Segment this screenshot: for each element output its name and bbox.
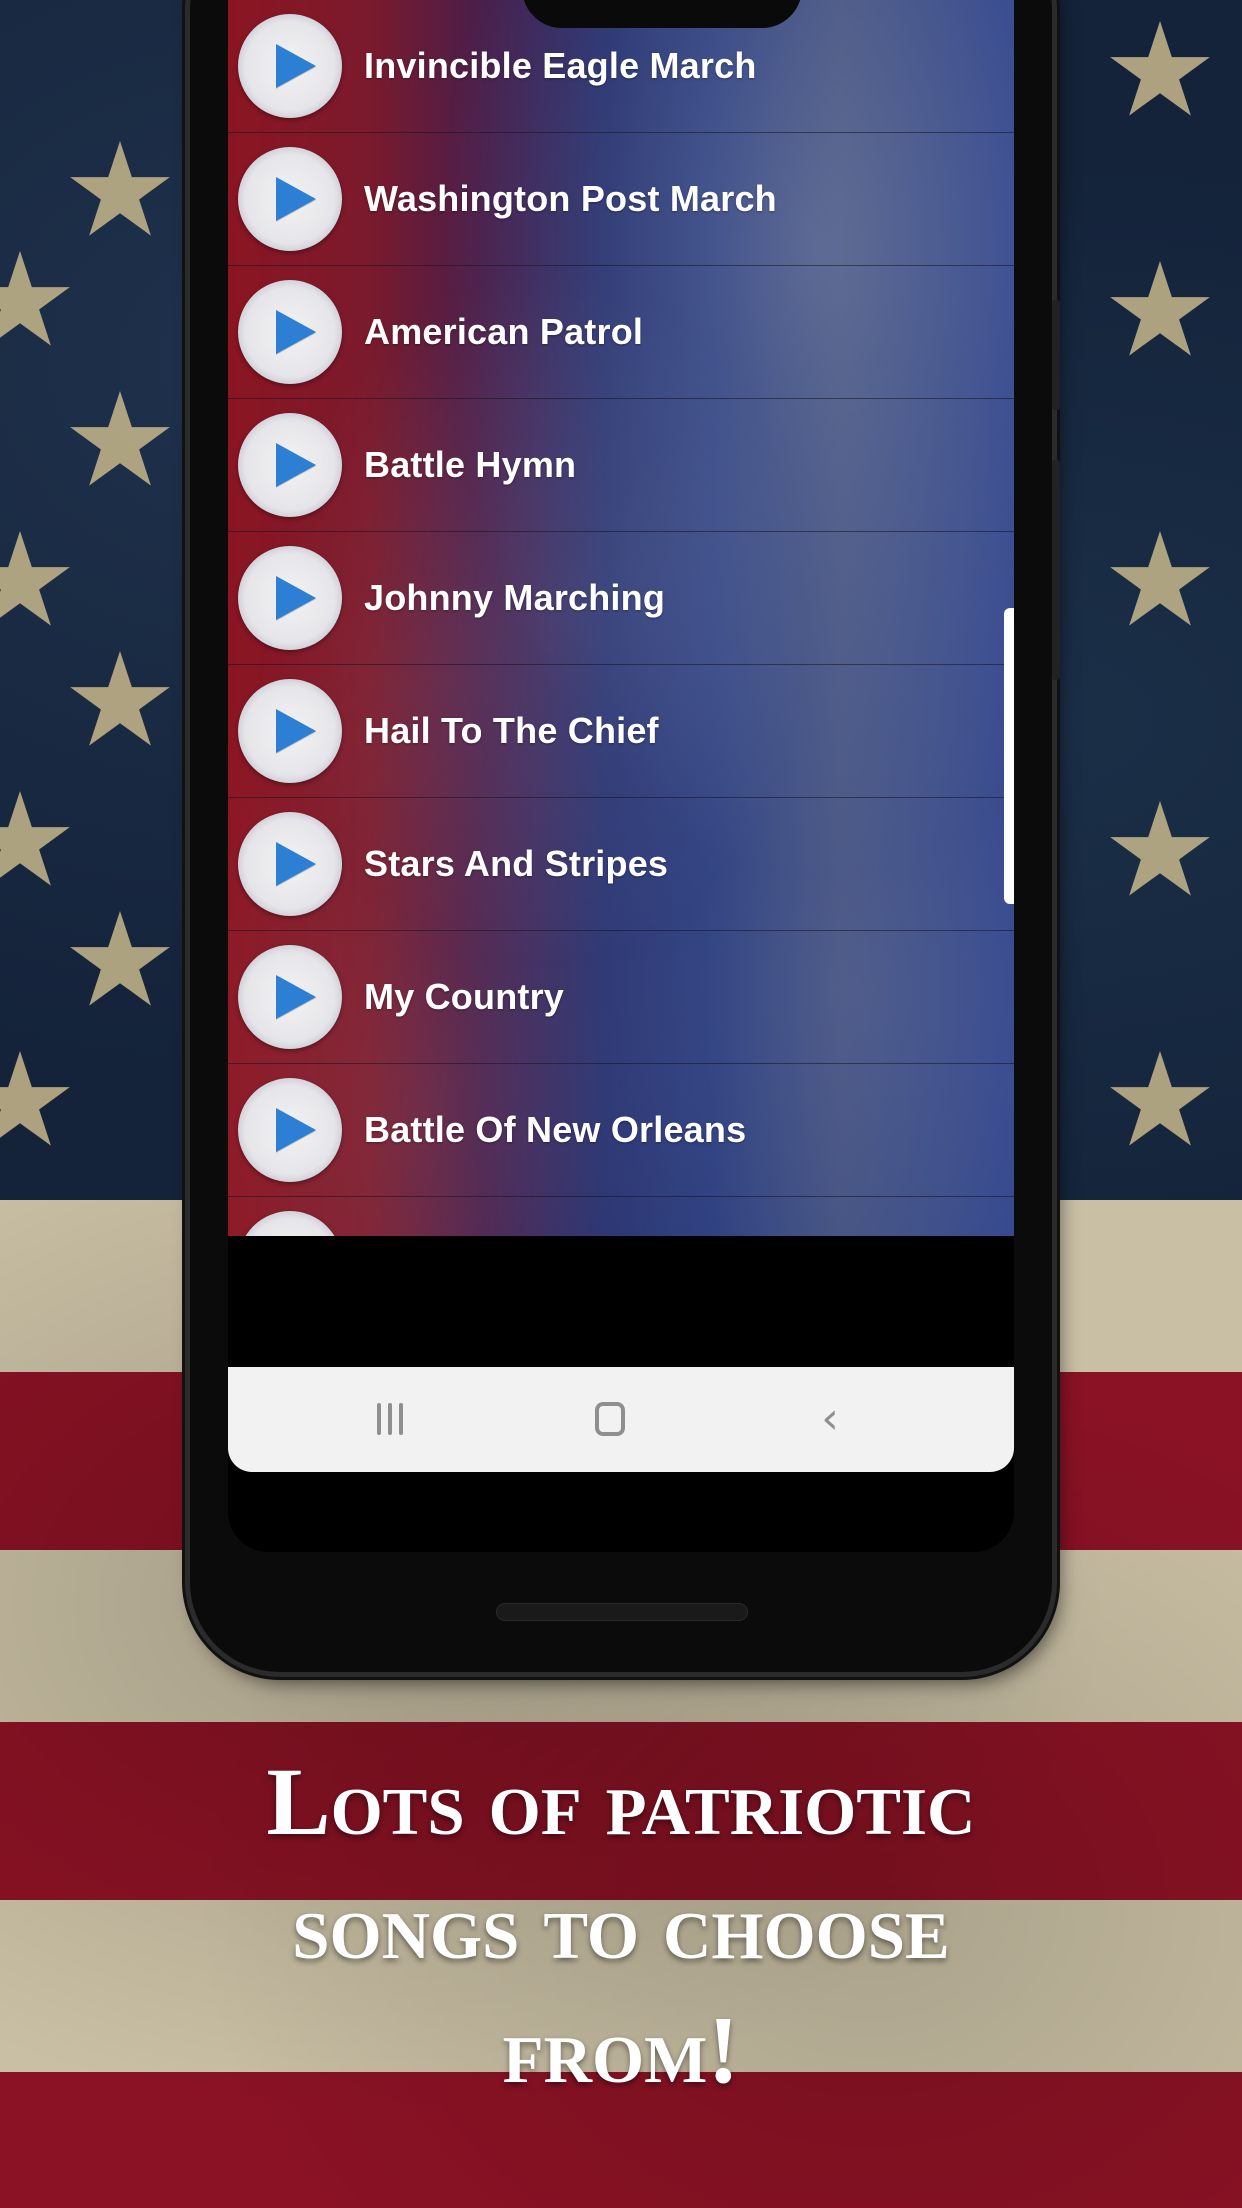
camera-notch [522, 0, 802, 28]
song-row[interactable]: My Country [228, 931, 1014, 1064]
scrollbar-thumb[interactable] [1004, 608, 1014, 904]
play-icon [276, 975, 316, 1019]
song-row[interactable]: Battle Hymn [228, 399, 1014, 532]
star-icon: ★ [61, 624, 179, 776]
play-button[interactable] [238, 147, 342, 251]
play-button[interactable] [238, 945, 342, 1049]
back-button[interactable]: ‹ [790, 1389, 870, 1449]
star-icon: ★ [61, 114, 179, 266]
ad-space [228, 1236, 1014, 1367]
play-icon [276, 576, 316, 620]
play-icon [276, 842, 316, 886]
home-button[interactable] [570, 1389, 650, 1449]
play-button[interactable] [238, 679, 342, 783]
home-icon [595, 1402, 625, 1436]
volume-button [1052, 300, 1060, 410]
phone-screen: Invincible Eagle March Washington Post M… [228, 0, 1014, 1552]
play-icon [276, 709, 316, 753]
power-button [1052, 460, 1060, 680]
play-button[interactable] [238, 812, 342, 916]
star-icon: ★ [1101, 774, 1219, 926]
play-button[interactable] [238, 546, 342, 650]
song-title: American Patrol [364, 311, 644, 352]
star-icon: ★ [0, 764, 79, 916]
play-button[interactable] [238, 280, 342, 384]
caption-line: songs to choose [292, 1872, 950, 1979]
star-icon: ★ [0, 504, 79, 656]
song-row[interactable]: Green Beret March [228, 1197, 1014, 1236]
play-button[interactable] [238, 413, 342, 517]
phone-frame: Invincible Eagle March Washington Post M… [190, 0, 1060, 1672]
bottom-speaker [496, 1603, 748, 1621]
star-icon: ★ [61, 364, 179, 516]
song-title: Stars And Stripes [364, 843, 669, 884]
play-button[interactable] [238, 14, 342, 118]
song-row[interactable]: American Patrol [228, 266, 1014, 399]
play-icon [276, 177, 316, 221]
song-title: My Country [364, 976, 564, 1017]
song-row[interactable]: Johnny Marching [228, 532, 1014, 665]
star-icon: ★ [1101, 1024, 1219, 1176]
song-title: Johnny Marching [364, 577, 666, 618]
song-title: Invincible Eagle March [364, 45, 757, 86]
star-icon: ★ [1101, 504, 1219, 656]
song-row[interactable]: Hail To The Chief [228, 665, 1014, 798]
play-button[interactable] [238, 1211, 342, 1236]
song-row[interactable]: Stars And Stripes [228, 798, 1014, 931]
recent-apps-icon [377, 1403, 403, 1435]
star-icon: ★ [0, 1024, 79, 1176]
star-icon: ★ [0, 224, 79, 376]
song-list: Invincible Eagle March Washington Post M… [228, 0, 1014, 1236]
song-list-screen: Invincible Eagle March Washington Post M… [228, 0, 1014, 1236]
song-title: Hail To The Chief [364, 710, 659, 751]
song-title: Washington Post March [364, 178, 777, 219]
system-nav-bar: ‹ [228, 1367, 1014, 1472]
caption-line: from! [502, 1996, 740, 2103]
star-icon: ★ [1101, 0, 1219, 146]
caption-line: Lots of patriotic [266, 1748, 976, 1855]
song-title: Battle Hymn [364, 444, 577, 485]
play-icon [276, 443, 316, 487]
song-row[interactable]: Battle Of New Orleans [228, 1064, 1014, 1197]
back-icon: ‹ [821, 1393, 839, 1444]
promo-caption: Lots of patriotic songs to choose from! [0, 1740, 1242, 2112]
song-row[interactable]: Washington Post March [228, 133, 1014, 266]
star-icon: ★ [1101, 234, 1219, 386]
play-icon [276, 1108, 316, 1152]
star-icon: ★ [61, 884, 179, 1036]
play-button[interactable] [238, 1078, 342, 1182]
play-icon [276, 44, 316, 88]
play-icon [276, 310, 316, 354]
recent-apps-button[interactable] [350, 1389, 430, 1449]
song-title: Battle Of New Orleans [364, 1109, 747, 1150]
